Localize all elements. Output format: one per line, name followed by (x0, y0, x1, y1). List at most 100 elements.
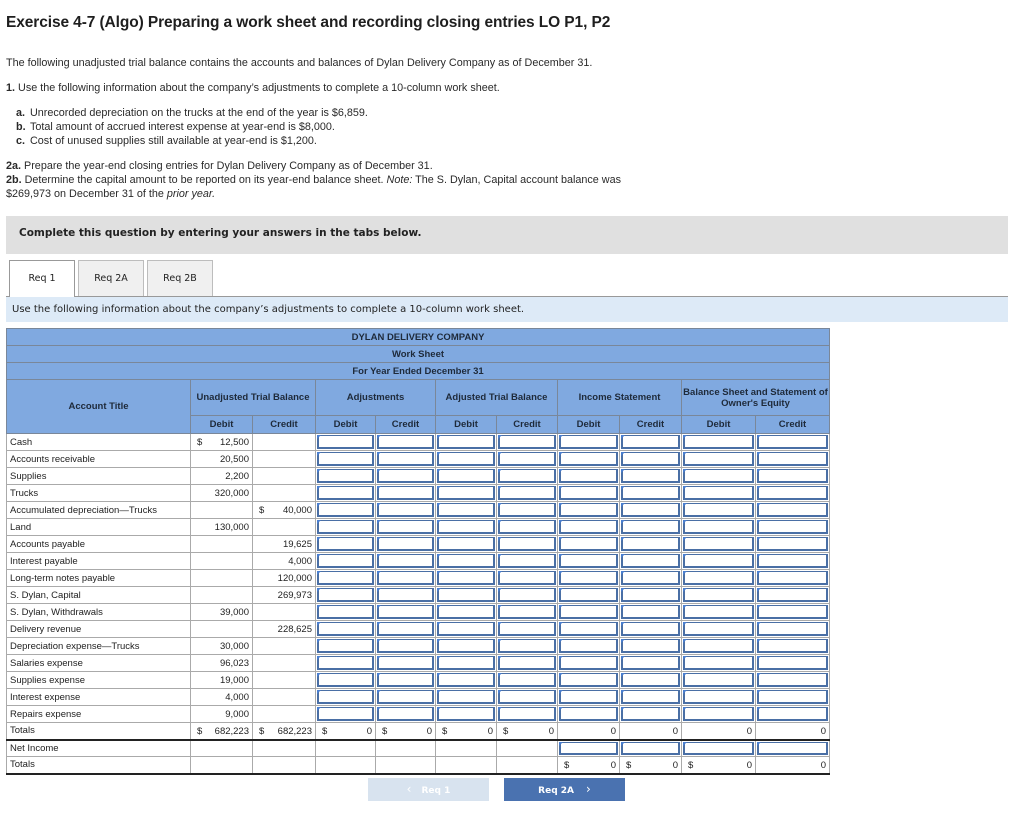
amount-input[interactable] (437, 605, 495, 619)
amount-input[interactable] (317, 639, 374, 653)
income-debit-input[interactable] (557, 535, 620, 553)
income-credit-input[interactable] (619, 671, 682, 689)
amount-input[interactable] (683, 588, 754, 602)
income-debit-input[interactable] (557, 518, 620, 536)
amount-input[interactable] (498, 605, 556, 619)
income-credit-input[interactable] (619, 501, 682, 519)
adjustments-credit-input[interactable] (375, 603, 436, 621)
amount-input[interactable] (559, 656, 618, 670)
amount-input[interactable] (317, 605, 374, 619)
amount-input[interactable] (559, 435, 618, 449)
amount-input[interactable] (559, 520, 618, 534)
amount-input[interactable] (559, 571, 618, 585)
net-income-balance-debit-input[interactable] (681, 739, 756, 757)
adjusted-debit-input[interactable] (435, 535, 497, 553)
amount-input[interactable] (498, 690, 556, 704)
amount-input[interactable] (317, 503, 374, 517)
adjusted-credit-input[interactable] (496, 671, 558, 689)
income-credit-input[interactable] (619, 603, 682, 621)
adjustments-credit-input[interactable] (375, 705, 436, 723)
amount-input[interactable] (621, 571, 680, 585)
amount-input[interactable] (377, 503, 434, 517)
balance-debit-input[interactable] (681, 637, 756, 655)
amount-input[interactable] (683, 520, 754, 534)
amount-input[interactable] (621, 452, 680, 466)
adjusted-credit-input[interactable] (496, 654, 558, 672)
amount-input[interactable] (621, 588, 680, 602)
amount-input[interactable] (498, 452, 556, 466)
amount-input[interactable] (437, 520, 495, 534)
adjusted-debit-input[interactable] (435, 484, 497, 502)
amount-input[interactable] (317, 469, 374, 483)
amount-input[interactable] (621, 639, 680, 653)
balance-credit-input[interactable] (755, 518, 830, 536)
amount-input[interactable] (377, 605, 434, 619)
amount-input[interactable] (621, 622, 680, 636)
amount-input[interactable] (498, 503, 556, 517)
amount-input[interactable] (757, 520, 828, 534)
balance-debit-input[interactable] (681, 620, 756, 638)
balance-debit-input[interactable] (681, 552, 756, 570)
adjusted-debit-input[interactable] (435, 569, 497, 587)
amount-input[interactable] (559, 622, 618, 636)
balance-debit-input[interactable] (681, 586, 756, 604)
adjustments-credit-input[interactable] (375, 484, 436, 502)
amount-input[interactable] (498, 520, 556, 534)
adjustments-debit-input[interactable] (315, 654, 376, 672)
amount-input[interactable] (757, 656, 828, 670)
income-credit-input[interactable] (619, 535, 682, 553)
amount-input[interactable] (621, 503, 680, 517)
adjustments-debit-input[interactable] (315, 518, 376, 536)
adjusted-credit-input[interactable] (496, 603, 558, 621)
adjusted-debit-input[interactable] (435, 603, 497, 621)
tab-req-2a[interactable]: Req 2A (78, 260, 144, 296)
income-debit-input[interactable] (557, 552, 620, 570)
amount-input[interactable] (437, 554, 495, 568)
amount-input[interactable] (757, 605, 828, 619)
adjustments-debit-input[interactable] (315, 552, 376, 570)
balance-credit-input[interactable] (755, 688, 830, 706)
amount-input[interactable] (317, 520, 374, 534)
amount-input[interactable] (437, 469, 495, 483)
amount-input[interactable] (437, 707, 495, 721)
adjustments-debit-input[interactable] (315, 467, 376, 485)
amount-input[interactable] (377, 656, 434, 670)
adjustments-credit-input[interactable] (375, 467, 436, 485)
income-credit-input[interactable] (619, 654, 682, 672)
amount-input[interactable] (377, 554, 434, 568)
adjustments-debit-input[interactable] (315, 603, 376, 621)
amount-input[interactable] (437, 588, 495, 602)
income-credit-input[interactable] (619, 433, 682, 451)
balance-credit-input[interactable] (755, 586, 830, 604)
adjusted-credit-input[interactable] (496, 518, 558, 536)
income-credit-input[interactable] (619, 620, 682, 638)
balance-debit-input[interactable] (681, 501, 756, 519)
amount-input[interactable] (377, 639, 434, 653)
adjusted-debit-input[interactable] (435, 705, 497, 723)
balance-credit-input[interactable] (755, 603, 830, 621)
adjusted-credit-input[interactable] (496, 501, 558, 519)
income-debit-input[interactable] (557, 467, 620, 485)
amount-input[interactable] (757, 469, 828, 483)
amount-input[interactable] (559, 673, 618, 687)
adjusted-credit-input[interactable] (496, 637, 558, 655)
amount-input[interactable] (757, 588, 828, 602)
income-debit-input[interactable] (557, 501, 620, 519)
income-credit-input[interactable] (619, 705, 682, 723)
adjusted-debit-input[interactable] (435, 467, 497, 485)
net-income-balance-credit-input[interactable] (755, 739, 830, 757)
balance-debit-input[interactable] (681, 688, 756, 706)
amount-input[interactable] (498, 673, 556, 687)
amount-input[interactable] (437, 503, 495, 517)
balance-credit-input[interactable] (755, 569, 830, 587)
adjustments-debit-input[interactable] (315, 705, 376, 723)
balance-debit-input[interactable] (681, 484, 756, 502)
adjustments-credit-input[interactable] (375, 501, 436, 519)
amount-input[interactable] (317, 690, 374, 704)
balance-debit-input[interactable] (681, 535, 756, 553)
amount-input[interactable] (683, 622, 754, 636)
adjusted-credit-input[interactable] (496, 569, 558, 587)
net-income-income-debit-input[interactable] (557, 739, 620, 757)
adjustments-debit-input[interactable] (315, 671, 376, 689)
adjustments-debit-input[interactable] (315, 620, 376, 638)
